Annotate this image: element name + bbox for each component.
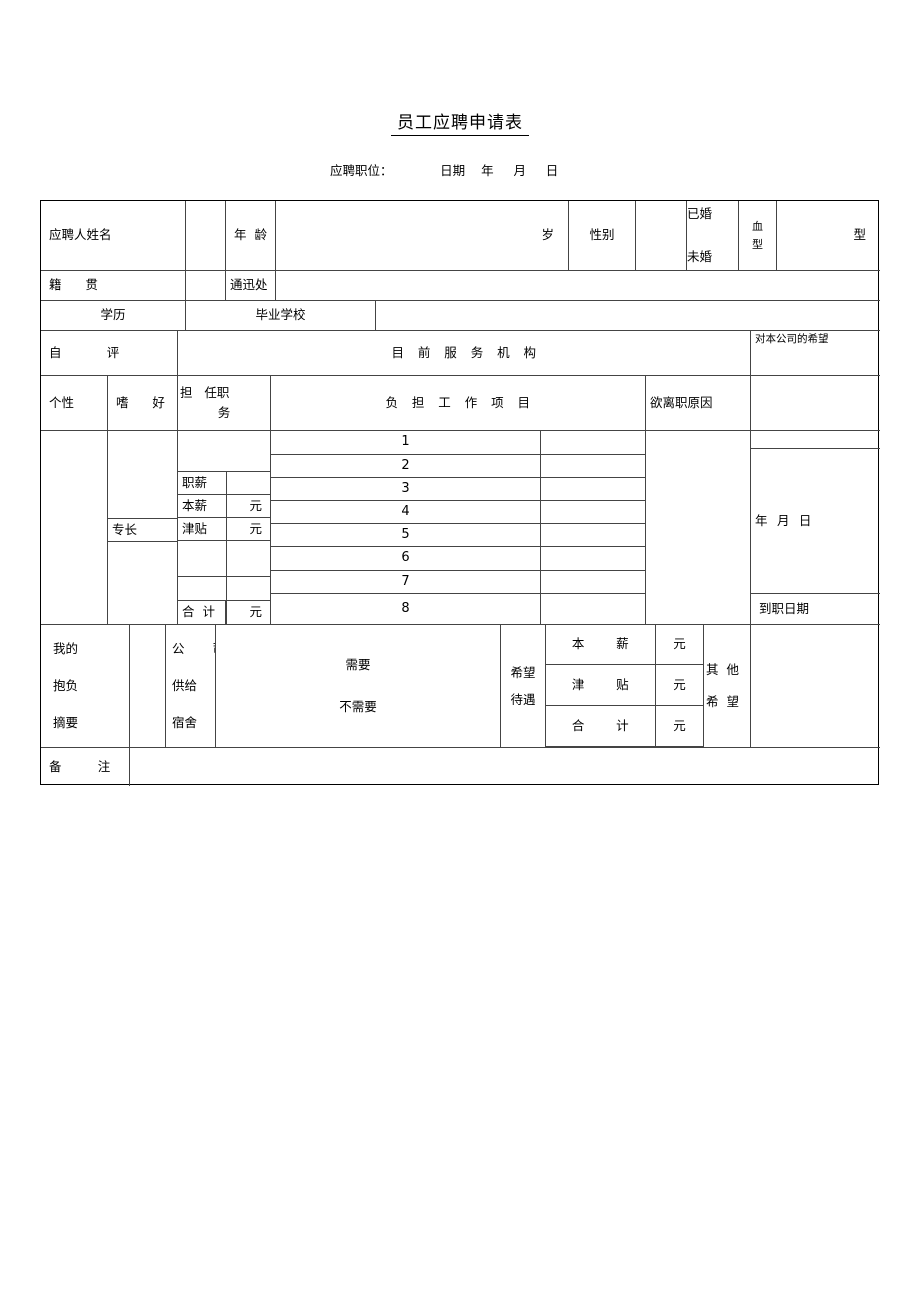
gender-label: 性别 — [569, 201, 636, 271]
age-label: 年 龄 — [226, 201, 276, 271]
salary-row-label-4[interactable] — [178, 577, 226, 601]
position-held-input[interactable] — [178, 431, 271, 472]
position-held-label-line2: 务 — [217, 405, 231, 420]
current-employer-header: 目 前 服 务 机 构 — [178, 331, 751, 376]
work-item-number-4: 4 — [271, 501, 541, 524]
ambition-summary-cell[interactable]: 我的 抱负 摘要 — [41, 624, 130, 747]
native-place-label: 籍 贯 — [41, 271, 186, 301]
work-item-note-6[interactable] — [541, 547, 646, 571]
other-wish-label-line2: 希 望 — [706, 694, 739, 709]
personality-input[interactable] — [41, 431, 108, 624]
right-column-spacer — [751, 431, 880, 449]
position-held-label-line1: 担 任职 — [180, 385, 230, 400]
marital-status-cell[interactable]: 已婚 未婚 — [687, 201, 739, 271]
salary-row-unit-1: 元 — [226, 495, 271, 518]
salary-row-unit-0 — [226, 472, 271, 495]
dormitory-need-no[interactable]: 不需要 — [339, 698, 377, 716]
work-item-note-3[interactable] — [541, 478, 646, 501]
specialty-label: 专长 — [108, 518, 178, 541]
applied-position-and-date-line: 应聘职位： 日期 年 月 日 — [330, 163, 559, 178]
leave-reason-input[interactable] — [646, 431, 751, 624]
page-title-text: 员工应聘申请表 — [391, 113, 529, 136]
work-item-number-3: 3 — [271, 478, 541, 501]
applicant-name-input[interactable] — [186, 201, 226, 271]
expected-base-salary-unit: 元 — [656, 624, 704, 665]
work-item-number-1: 1 — [271, 431, 541, 455]
dormitory-need-yes[interactable]: 需要 — [345, 656, 370, 674]
date-line-label: 年 月 日 — [751, 449, 880, 594]
personality-label: 个性 — [41, 376, 108, 431]
ambition-label-line3: 摘要 — [53, 714, 79, 730]
expected-allowance-unit: 元 — [656, 665, 704, 706]
work-item-note-2[interactable] — [541, 455, 646, 478]
work-item-number-5: 5 — [271, 524, 541, 547]
page-title: 员工应聘申请表 — [0, 108, 920, 136]
salary-row-unit-3 — [226, 541, 271, 577]
expected-base-salary-label: 本 薪 — [546, 624, 656, 665]
salary-row-label-5: 合 计 — [178, 601, 226, 624]
salary-row-label-2: 津贴 — [178, 518, 226, 541]
onboard-date-label: 到职日期 — [759, 600, 810, 616]
work-item-note-4[interactable] — [541, 501, 646, 524]
work-items-header: 负 担 工 作 项 目 — [271, 376, 646, 431]
expected-allowance-label: 津 贴 — [546, 665, 656, 706]
hobby-input[interactable] — [108, 431, 178, 518]
ambition-summary-input[interactable] — [130, 624, 166, 747]
education-label: 学历 — [41, 301, 186, 331]
remark-input[interactable] — [130, 747, 880, 786]
age-unit: 岁 — [276, 201, 569, 271]
position-held-label: 担 任职 务 — [178, 376, 271, 431]
other-wish-label: 其 他 希 望 — [704, 624, 751, 747]
work-item-number-2: 2 — [271, 455, 541, 478]
company-provide-line3: 宿舍 — [172, 714, 198, 730]
self-evaluation-header: 自 评 — [41, 331, 178, 376]
blood-type-label-line1: 血 — [752, 220, 763, 234]
marital-single-option[interactable]: 未婚 — [687, 248, 738, 266]
marital-married-option[interactable]: 已婚 — [687, 205, 738, 223]
salary-row-unit-2: 元 — [226, 518, 271, 541]
gender-input[interactable] — [636, 201, 687, 271]
company-provide-line2: 供给 — [172, 677, 198, 693]
work-item-number-6: 6 — [271, 547, 541, 571]
work-item-note-8[interactable] — [541, 594, 646, 624]
hope-for-company-input[interactable] — [751, 376, 880, 431]
dormitory-need-options[interactable]: 需要 不需要 — [216, 624, 501, 747]
blood-type-label: 血 型 — [739, 201, 777, 271]
work-item-note-5[interactable] — [541, 524, 646, 547]
address-label: 通迅处 — [226, 271, 276, 301]
expected-pay-label: 希望 待遇 — [501, 624, 546, 747]
other-wish-label-line1: 其 他 — [706, 661, 739, 677]
hobby-label: 嗜 好 — [108, 376, 178, 431]
work-item-note-1[interactable] — [541, 431, 646, 455]
salary-row-label-1: 本薪 — [178, 495, 226, 518]
specialty-input[interactable] — [108, 541, 178, 624]
blood-type-label-line2: 型 — [752, 237, 763, 251]
hope-for-company-header: 对本公司的希望 — [751, 331, 880, 376]
company-dormitory-label: 公 司 供给 宿舍 — [166, 624, 216, 747]
graduation-school-label: 毕业学校 — [186, 301, 376, 331]
work-item-number-8: 8 — [271, 594, 541, 624]
expected-total-label: 合 计 — [546, 706, 656, 747]
graduation-school-input[interactable] — [376, 301, 880, 331]
ambition-label-line1: 我的 — [53, 641, 79, 657]
application-form-table: 应聘人姓名 年 龄 岁 性别 已婚 未婚 血 型 型 籍 贯 通迅处 学历 毕业… — [40, 200, 880, 786]
ambition-label-line2: 抱负 — [53, 677, 79, 693]
leave-reason-label: 欲离职原因 — [646, 376, 751, 431]
native-place-input[interactable] — [186, 271, 226, 301]
other-wish-input[interactable] — [751, 624, 880, 747]
address-input[interactable] — [276, 271, 880, 301]
salary-row-unit-4 — [226, 577, 271, 601]
remark-label: 备 注 — [41, 747, 130, 786]
salary-row-label-3[interactable] — [178, 541, 226, 577]
work-item-number-7: 7 — [271, 571, 541, 594]
salary-row-unit-5: 元 — [226, 601, 271, 624]
blood-type-unit: 型 — [777, 201, 880, 271]
work-item-note-7[interactable] — [541, 571, 646, 594]
expected-pay-label-line2: 待遇 — [510, 692, 536, 707]
company-provide-line1: 公 司 — [172, 641, 215, 657]
applicant-name-label: 应聘人姓名 — [41, 201, 186, 271]
expected-pay-label-line1: 希望 — [510, 664, 536, 680]
expected-total-unit: 元 — [656, 706, 704, 747]
